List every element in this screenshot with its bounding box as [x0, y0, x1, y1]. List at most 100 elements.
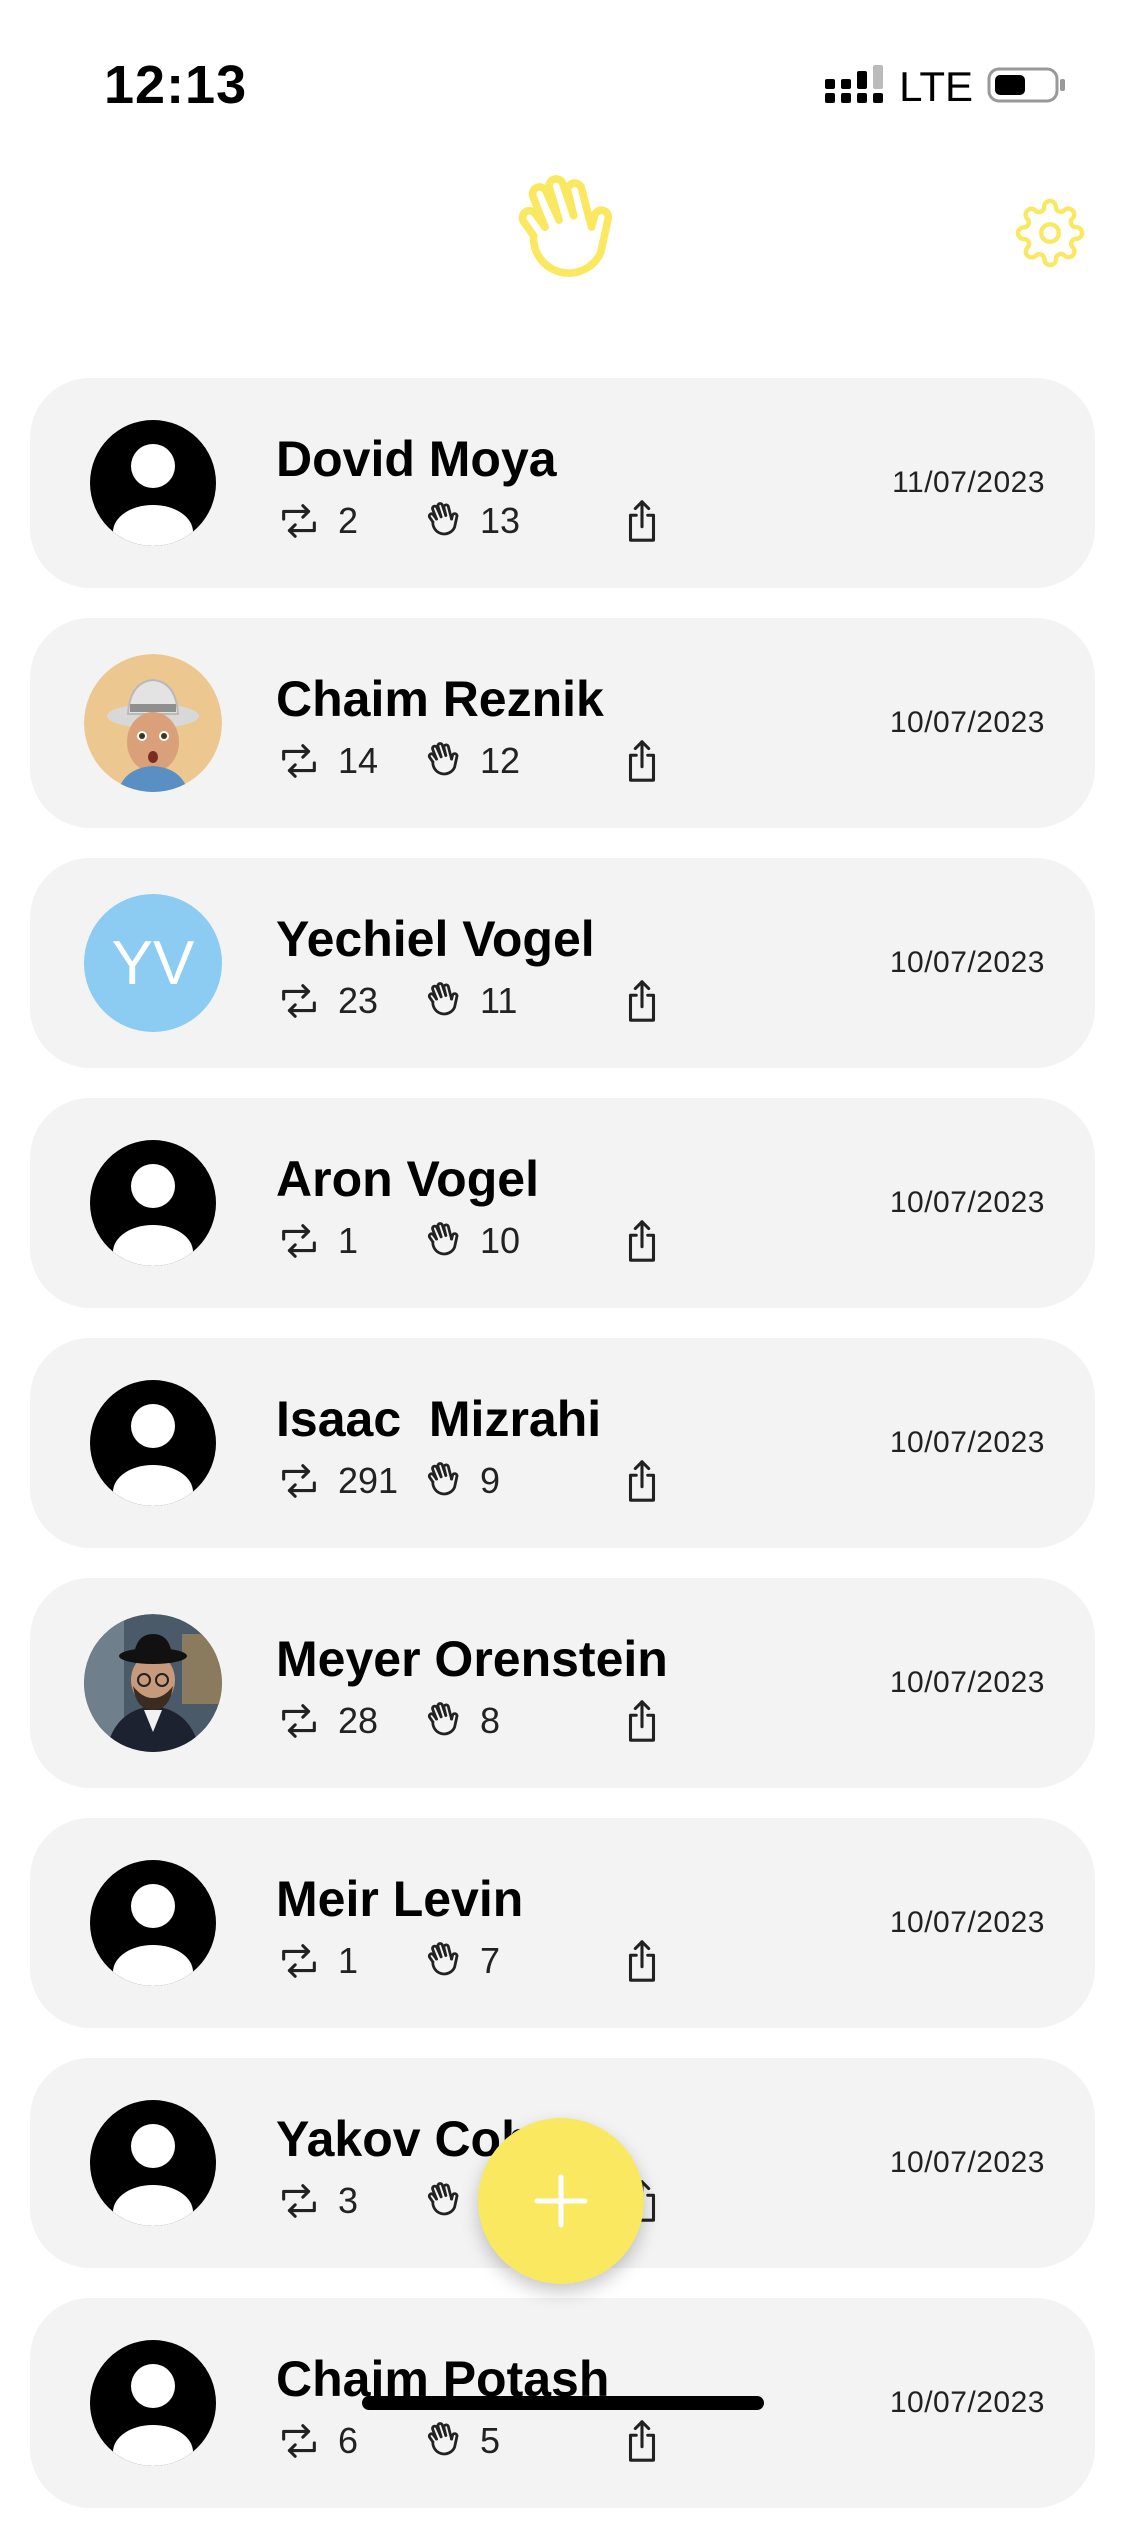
wave-count: 8	[480, 1700, 501, 1741]
contact-name: Chaim Reznik	[276, 671, 604, 727]
contact-date: 10/07/2023	[889, 1666, 1045, 1699]
repost-count: 28	[338, 1700, 379, 1741]
wave-count: 11	[480, 980, 518, 1021]
avatar	[84, 414, 222, 552]
status-indicators: LTE	[825, 62, 1067, 112]
contact-card[interactable]: Aron Vogel 1 10 10/07/2023	[30, 1098, 1095, 1308]
avatar	[84, 654, 222, 792]
add-button[interactable]	[478, 2118, 644, 2284]
share-icon	[628, 1220, 656, 1262]
contact-card[interactable]: Meir Levin 1 7 10/07/2023	[30, 1818, 1095, 2028]
share-button[interactable]	[622, 496, 662, 546]
avatar-initials: YV	[111, 928, 195, 998]
wave-hand-icon	[427, 982, 459, 1016]
wave-stat	[422, 2176, 480, 2226]
network-type: LTE	[899, 63, 973, 110]
wave-hand-icon	[427, 2182, 459, 2216]
contact-name: Meyer Orenstein	[276, 1631, 668, 1687]
contact-name: Isaac Mizrahi	[276, 1391, 602, 1447]
share-button[interactable]	[622, 1456, 662, 1506]
profile-photo	[84, 1614, 222, 1752]
repost-stat: 6	[276, 2416, 358, 2466]
repost-icon	[282, 504, 316, 538]
share-button[interactable]	[622, 1936, 662, 1986]
avatar: YV	[84, 894, 222, 1032]
repost-stat: 2	[276, 496, 358, 546]
repost-count: 14	[338, 740, 379, 781]
repost-stat: 3	[276, 2176, 358, 2226]
contact-card[interactable]: Dovid Moya 2 13 11/07/2023	[30, 378, 1095, 588]
contact-stats: 291 9	[276, 1456, 696, 1506]
plus-icon	[534, 2174, 588, 2228]
avatar	[84, 1134, 222, 1272]
wave-stat: 12	[422, 736, 520, 786]
status-bar: 12:13 LTE	[0, 0, 1125, 150]
repost-icon	[282, 1464, 316, 1498]
avatar	[84, 1374, 222, 1512]
avatar	[84, 1614, 222, 1752]
share-icon	[628, 500, 656, 542]
wave-hand-icon	[427, 1942, 459, 1976]
share-button[interactable]	[622, 2416, 662, 2466]
wave-count: 7	[480, 1940, 501, 1981]
battery-icon	[987, 65, 1067, 110]
repost-icon	[282, 1224, 316, 1258]
default-person-icon	[90, 420, 216, 546]
contact-card[interactable]: Chaim Reznik 14 12 10/07/2023	[30, 618, 1095, 828]
wave-stat: 10	[422, 1216, 520, 1266]
wave-hand-icon	[427, 1462, 459, 1496]
wave-stat: 13	[422, 496, 520, 546]
avatar	[84, 2334, 222, 2472]
contact-stats: 6 5	[276, 2416, 696, 2466]
settings-button[interactable]	[1015, 198, 1085, 268]
wave-count: 13	[480, 500, 521, 541]
contact-stats: 2 13	[276, 496, 696, 546]
share-button[interactable]	[622, 976, 662, 1026]
repost-count: 2	[338, 500, 359, 541]
share-button[interactable]	[622, 1696, 662, 1746]
repost-count: 291	[338, 1460, 399, 1501]
share-icon	[628, 1460, 656, 1502]
share-icon	[628, 740, 656, 782]
contact-card[interactable]: YV Yechiel Vogel 23 11 10/07/2023	[30, 858, 1095, 1068]
contact-stats: 28 8	[276, 1696, 696, 1746]
repost-icon	[282, 2184, 316, 2218]
gear-icon	[1015, 198, 1085, 268]
memoji-cowboy-avatar	[84, 654, 222, 792]
waving-hand-icon	[500, 168, 630, 298]
default-person-icon	[90, 1380, 216, 1506]
contact-date: 11/07/2023	[892, 466, 1045, 499]
avatar	[84, 2094, 222, 2232]
contact-card[interactable]: Meyer Orenstein 28 8 10/07/2023	[30, 1578, 1095, 1788]
repost-icon	[282, 1704, 316, 1738]
wave-count: 9	[480, 1460, 501, 1501]
cellular-signal-icon	[825, 64, 885, 110]
contact-stats: 23 11	[276, 976, 696, 1026]
repost-icon	[282, 744, 316, 778]
wave-count: 10	[480, 1220, 521, 1261]
wave-stat: 8	[422, 1696, 500, 1746]
share-button[interactable]	[622, 736, 662, 786]
wave-stat: 9	[422, 1456, 500, 1506]
share-icon	[628, 2420, 656, 2462]
contact-date: 10/07/2023	[889, 2386, 1045, 2419]
contact-name: Aron Vogel	[276, 1151, 539, 1207]
contact-card[interactable]: Isaac Mizrahi 291 9 10/07/2023	[30, 1338, 1095, 1548]
contact-stats: 1 10	[276, 1216, 696, 1266]
default-person-icon	[90, 2100, 216, 2226]
contact-date: 10/07/2023	[889, 946, 1045, 979]
repost-count: 23	[338, 980, 379, 1021]
contact-stats: 1 7	[276, 1936, 696, 1986]
wave-hand-icon	[427, 502, 459, 536]
wave-stat: 11	[422, 976, 517, 1026]
contact-stats: 14 12	[276, 736, 696, 786]
repost-icon	[282, 1944, 316, 1978]
share-icon	[628, 1700, 656, 1742]
wave-count: 12	[480, 740, 521, 781]
contact-name: Dovid Moya	[276, 431, 557, 487]
home-indicator[interactable]	[362, 2396, 764, 2410]
share-icon	[628, 1940, 656, 1982]
repost-stat: 14	[276, 736, 378, 786]
share-button[interactable]	[622, 1216, 662, 1266]
contact-date: 10/07/2023	[889, 1426, 1045, 1459]
